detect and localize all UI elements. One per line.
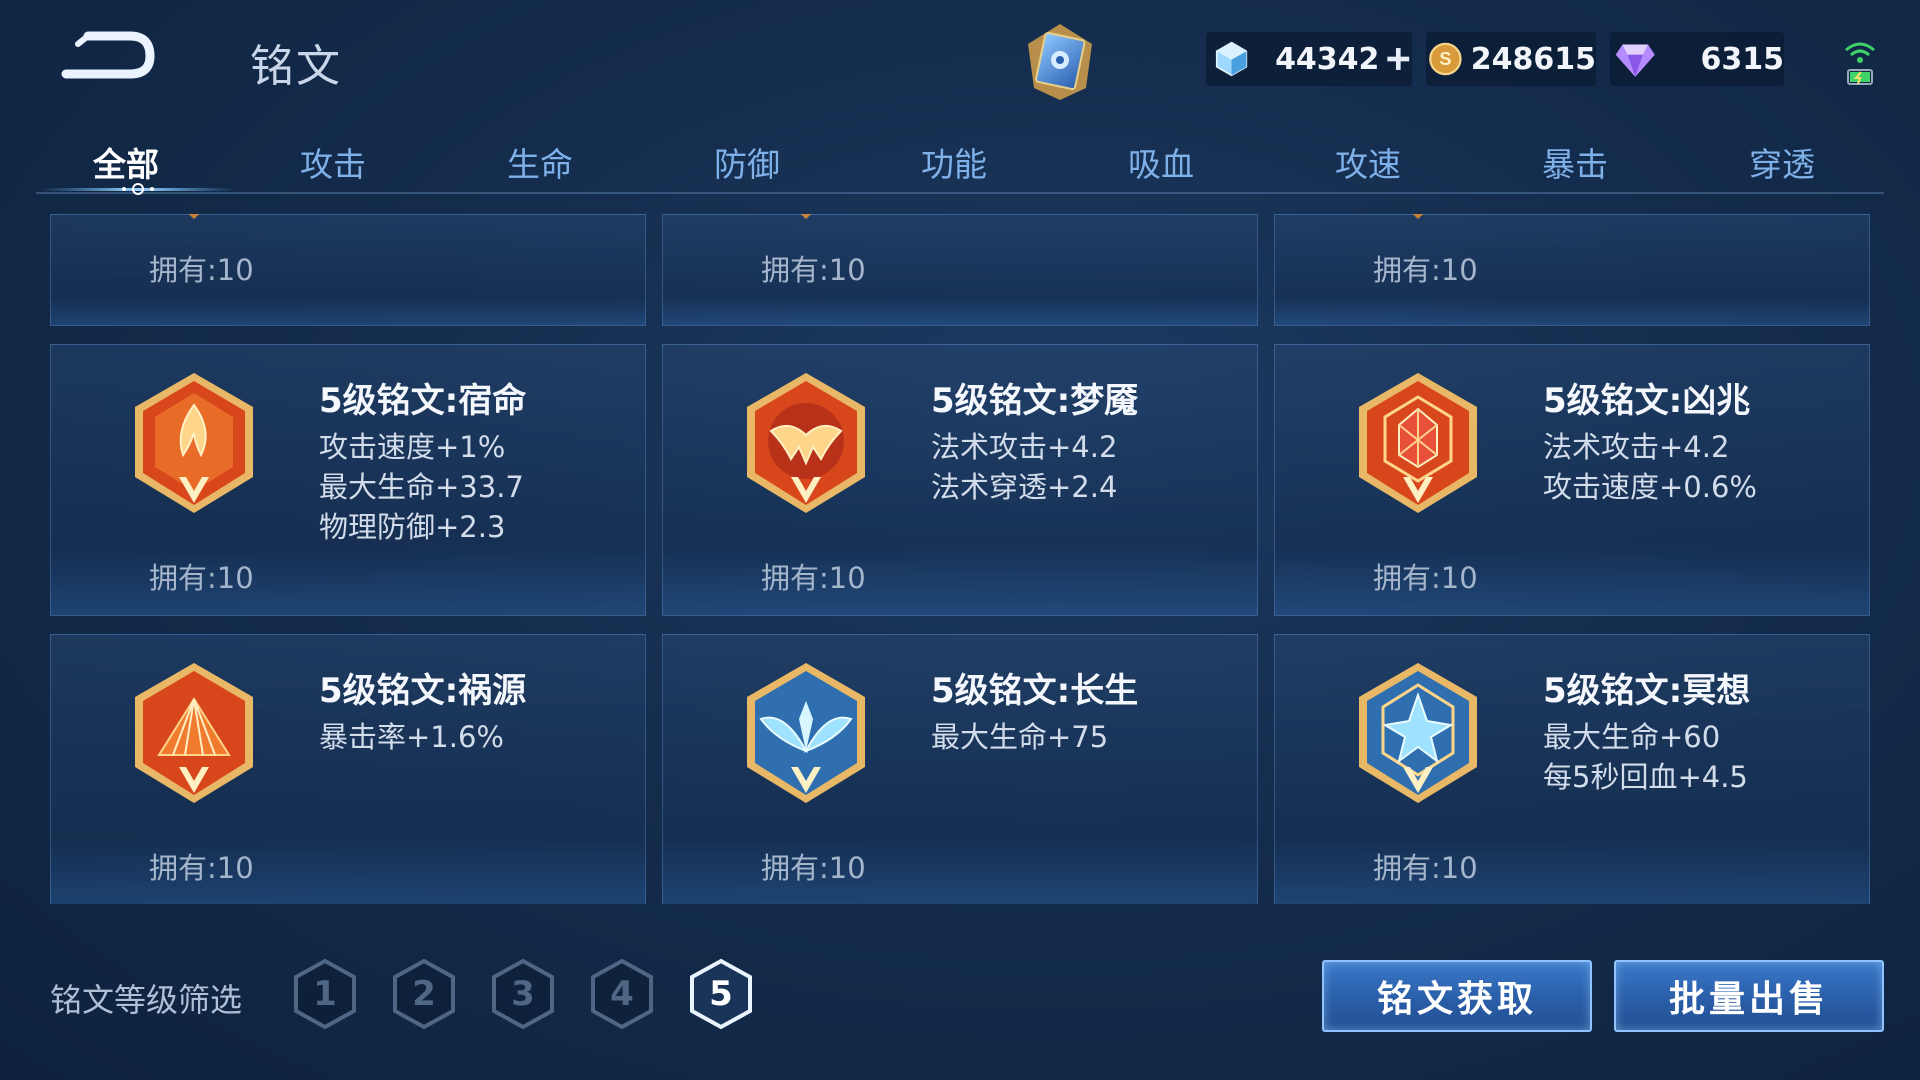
rune-book-icon[interactable] — [1022, 22, 1098, 102]
gem-value: 6315 — [1700, 41, 1785, 77]
rune-stats: 最大生命+75 — [931, 717, 1108, 757]
rune-name: 5级铭文:凶兆 — [1543, 381, 1751, 421]
top-bar: 铭文 44342 S 248615 6315 — [0, 0, 1920, 120]
tab-all[interactable]: 全部 — [36, 138, 216, 186]
page-title: 铭文 — [250, 41, 342, 92]
fan-rune-icon — [135, 663, 253, 803]
rune-name: 5级铭文:宿命 — [319, 381, 527, 421]
owned-count: 拥有:10 — [761, 561, 866, 595]
crystal-rune-icon — [1359, 663, 1477, 803]
level-filter-label: 铭文等级筛选 — [50, 981, 243, 1019]
rune-card-partial[interactable]: 拥有:10 — [50, 214, 646, 326]
rune-stats: 暴击率+1.6% — [319, 717, 504, 757]
rune-stats: 最大生命+60 每5秒回血+4.5 — [1543, 717, 1748, 797]
rune-stat: 暴击率+1.6% — [319, 720, 504, 754]
rune-card-partial[interactable]: 拥有:10 — [1274, 214, 1870, 326]
rune-name: 5级铭文:长生 — [931, 671, 1139, 711]
rune-stat: 物理防御+2.3 — [319, 510, 506, 544]
get-runes-button[interactable]: 铭文获取 — [1322, 960, 1592, 1032]
owned-count: 拥有:10 — [149, 253, 254, 287]
gold-value: 248615 — [1470, 41, 1596, 77]
rune-card[interactable]: 5级铭文:梦魇 法术攻击+4.2 法术穿透+2.4 拥有:10 — [662, 344, 1258, 616]
rune-card-partial[interactable]: 拥有:10 — [662, 214, 1258, 326]
rune-stat: 最大生命+33.7 — [319, 470, 524, 504]
level-filter-5[interactable]: 5 — [688, 958, 754, 1030]
wings-rune-icon — [747, 663, 865, 803]
gold-coin-icon: S — [1429, 42, 1462, 76]
level-filter-1[interactable]: 1 — [292, 958, 358, 1030]
rune-stats: 法术攻击+4.2 攻击速度+0.6% — [1543, 427, 1757, 507]
active-tab-indicator — [40, 183, 236, 195]
rune-card[interactable]: 5级铭文:冥想 最大生命+60 每5秒回血+4.5 拥有:10 — [1274, 634, 1870, 904]
rune-card[interactable]: 5级铭文:宿命 攻击速度+1% 最大生命+33.7 物理防御+2.3 拥有:10 — [50, 344, 646, 616]
rune-name: 5级铭文:梦魇 — [931, 381, 1139, 421]
rune-card[interactable]: 5级铭文:祸源 暴击率+1.6% 拥有:10 — [50, 634, 646, 904]
plus-icon[interactable] — [1385, 42, 1412, 76]
owned-count: 拥有:10 — [761, 253, 866, 287]
owned-count: 拥有:10 — [1373, 561, 1478, 595]
tab-crit[interactable]: 暴击 — [1485, 138, 1665, 186]
rune-icon — [800, 214, 812, 219]
owned-count: 拥有:10 — [761, 851, 866, 885]
rune-stat: 法术攻击+4.2 — [1543, 430, 1730, 464]
owned-count: 拥有:10 — [149, 851, 254, 885]
coupon-balance: 44342 — [1206, 32, 1412, 86]
purple-gem-icon — [1615, 44, 1655, 77]
tab-penetration[interactable]: 穿透 — [1692, 138, 1872, 186]
back-arrow-icon[interactable] — [58, 28, 158, 88]
rune-stat: 法术穿透+2.4 — [931, 470, 1118, 504]
rune-stat: 攻击速度+1% — [319, 430, 506, 464]
gem-balance: 6315 — [1610, 32, 1784, 86]
bulk-sell-button[interactable]: 批量出售 — [1614, 960, 1884, 1032]
rune-icon — [1412, 214, 1424, 219]
gold-balance: S 248615 — [1426, 32, 1596, 86]
rune-stats: 法术攻击+4.2 法术穿透+2.4 — [931, 427, 1117, 507]
owned-count: 拥有:10 — [149, 561, 254, 595]
level-number: 1 — [313, 974, 337, 1014]
rune-stats: 攻击速度+1% 最大生命+33.7 物理防御+2.3 — [319, 427, 524, 547]
owned-count: 拥有:10 — [1373, 253, 1478, 287]
level-number: 3 — [511, 974, 535, 1014]
tab-defense[interactable]: 防御 — [657, 138, 837, 186]
tab-lifesteal[interactable]: 吸血 — [1071, 138, 1251, 186]
owned-count: 拥有:10 — [1373, 851, 1478, 885]
tab-attack-speed[interactable]: 攻速 — [1278, 138, 1458, 186]
level-filter-2[interactable]: 2 — [391, 958, 457, 1030]
wifi-battery-icon — [1845, 42, 1875, 85]
omen-rune-icon — [1359, 373, 1477, 513]
tab-attack[interactable]: 攻击 — [243, 138, 423, 186]
coupon-value: 44342 — [1275, 41, 1380, 77]
rune-grid: 拥有:10 拥有:10 拥有:10 5级铭文:宿命 攻击速度+1% 最大生命+3… — [50, 214, 1872, 904]
flame-rune-icon — [135, 373, 253, 513]
rune-icon — [188, 214, 200, 219]
level-number: 2 — [412, 974, 436, 1014]
level-number: 4 — [610, 974, 634, 1014]
rune-name: 5级铭文:祸源 — [319, 671, 527, 711]
tab-health[interactable]: 生命 — [450, 138, 630, 186]
level-filter-3[interactable]: 3 — [490, 958, 556, 1030]
diamond-coupon-icon — [1215, 41, 1248, 77]
nightmare-rune-icon — [747, 373, 865, 513]
rune-card[interactable]: 5级铭文:长生 最大生命+75 拥有:10 — [662, 634, 1258, 904]
category-tabs: 全部 攻击 生命 防御 功能 吸血 攻速 暴击 穿透 — [36, 130, 1884, 195]
tab-utility[interactable]: 功能 — [864, 138, 1044, 186]
rune-card[interactable]: 5级铭文:凶兆 法术攻击+4.2 攻击速度+0.6% 拥有:10 — [1274, 344, 1870, 616]
level-filter-4[interactable]: 4 — [589, 958, 655, 1030]
rune-stat: 每5秒回血+4.5 — [1543, 760, 1748, 794]
rune-stat: 攻击速度+0.6% — [1543, 470, 1757, 504]
rune-name: 5级铭文:冥想 — [1543, 671, 1751, 711]
rune-stat: 法术攻击+4.2 — [931, 430, 1118, 464]
svg-text:S: S — [1439, 49, 1451, 69]
rune-stat: 最大生命+75 — [931, 720, 1109, 754]
level-number: 5 — [709, 974, 733, 1014]
rune-stat: 最大生命+60 — [1543, 720, 1721, 754]
